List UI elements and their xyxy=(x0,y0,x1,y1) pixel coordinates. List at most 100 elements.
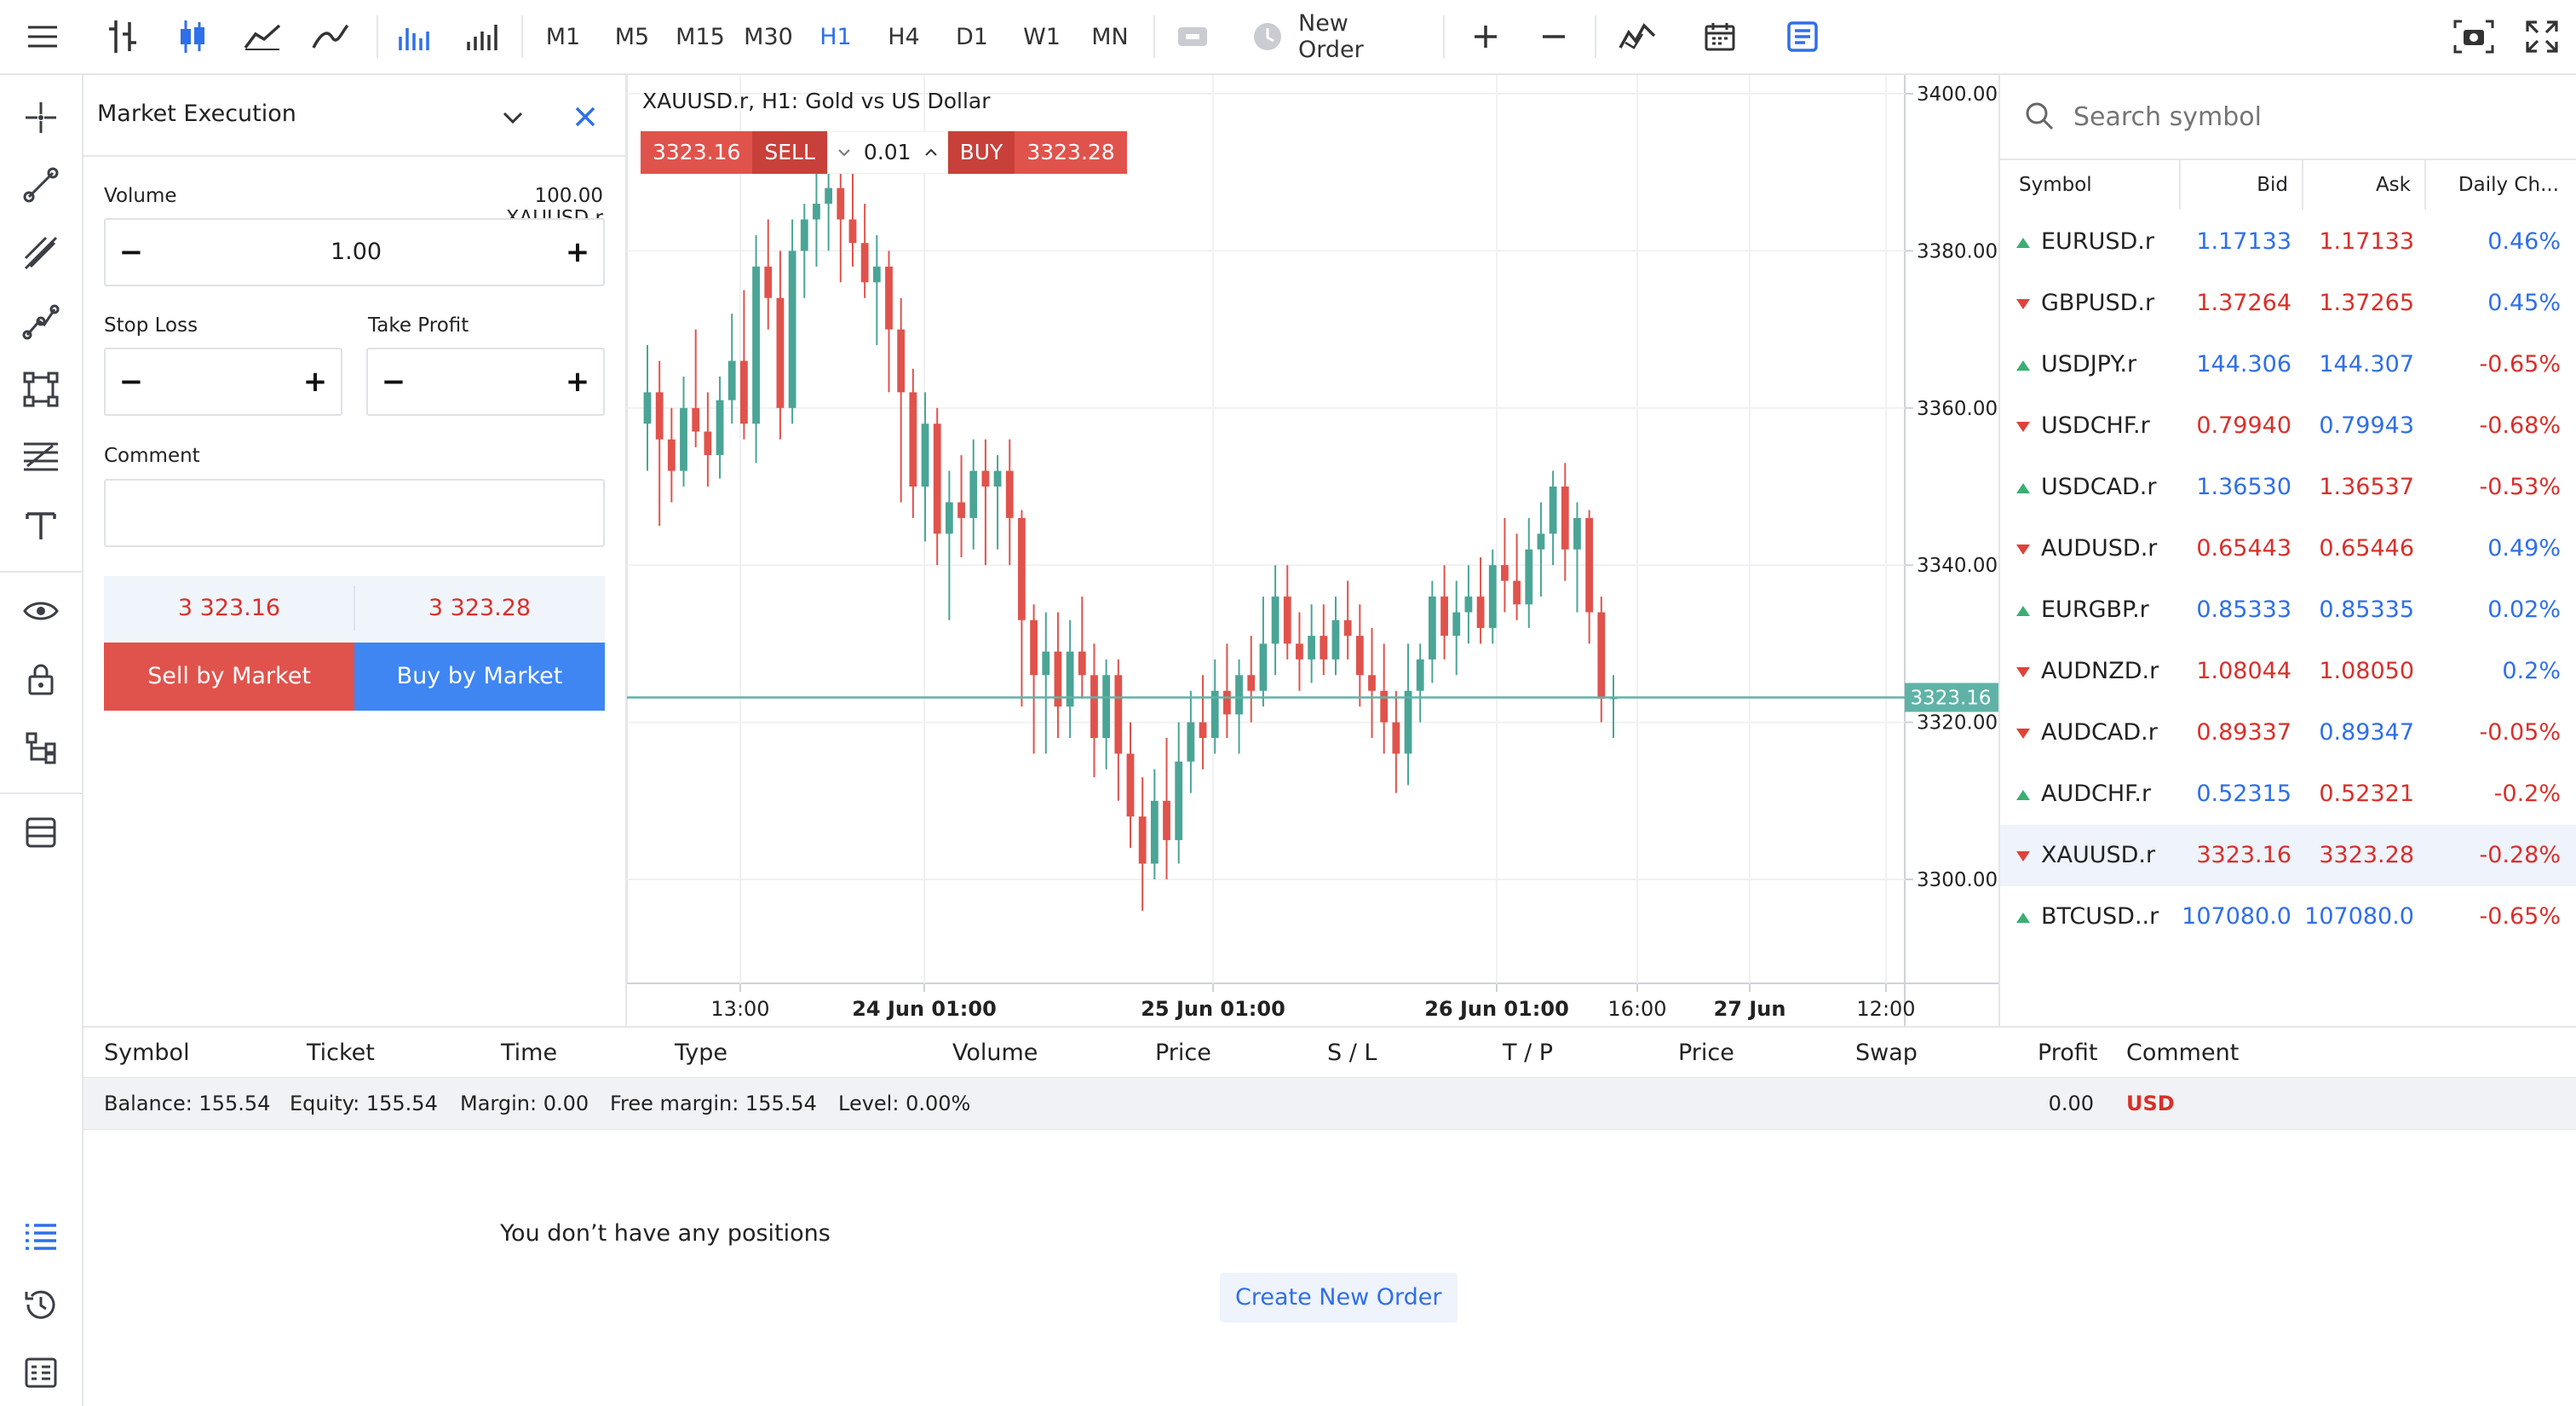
object-tree-icon[interactable] xyxy=(0,717,82,777)
indicators-icon[interactable] xyxy=(1615,0,1659,73)
stop-loss-stepper[interactable]: − + xyxy=(104,348,342,416)
calendar-icon[interactable] xyxy=(1699,0,1741,73)
col-time[interactable]: Time xyxy=(501,1040,557,1066)
volume-decrease-button[interactable]: − xyxy=(106,220,157,285)
sell-by-market-button[interactable]: Sell by Market xyxy=(104,642,354,711)
col-ticket[interactable]: Ticket xyxy=(307,1040,375,1066)
col-current-price[interactable]: Price xyxy=(1678,1040,1734,1066)
one-click-trading-icon[interactable] xyxy=(1172,0,1213,73)
symbol-row[interactable]: USDCAD.r 1.36530 1.36537 -0.53% xyxy=(2000,457,2576,518)
timeframe-m15[interactable]: M15 xyxy=(675,0,726,73)
symbol-row[interactable]: AUDUSD.r 0.65443 0.65446 0.49% xyxy=(2000,518,2576,579)
symbol-row[interactable]: XAUUSD.r 3323.16 3323.28 -0.28% xyxy=(2000,825,2576,886)
execution-type-select[interactable]: Market Execution xyxy=(97,101,296,127)
header-symbol[interactable]: Symbol xyxy=(2002,160,2181,210)
take-profit-stepper[interactable]: − + xyxy=(366,348,605,416)
buy-by-market-button[interactable]: Buy by Market xyxy=(354,642,605,711)
one-click-volume-value[interactable]: 0.01 xyxy=(857,131,918,174)
create-new-order-button[interactable]: Create New Order xyxy=(1220,1273,1458,1322)
one-click-sell-price[interactable]: 3323.16 xyxy=(641,131,753,174)
header-ask[interactable]: Ask xyxy=(2303,160,2426,210)
trade-list-icon[interactable] xyxy=(0,1207,82,1266)
close-icon[interactable] xyxy=(566,97,605,136)
shapes-icon[interactable] xyxy=(0,360,82,419)
line-chart-type-icon[interactable] xyxy=(235,0,290,73)
fibonacci-icon[interactable] xyxy=(0,428,82,487)
timeframe-m1[interactable]: M1 xyxy=(542,0,584,73)
timeframe-w1[interactable]: W1 xyxy=(1021,0,1063,73)
timeframe-mn[interactable]: MN xyxy=(1087,0,1133,73)
price-chart[interactable]: 3400.00 3380.00 3360.00 3340.00 3320.00 3300.… xyxy=(627,75,1998,1026)
timeframe-m30[interactable]: M30 xyxy=(741,0,796,73)
symbol-row[interactable]: GBPUSD.r 1.37264 1.37265 0.45% xyxy=(2000,273,2576,334)
comment-input[interactable] xyxy=(104,479,605,547)
symbol-row[interactable]: EURUSD.r 1.17133 1.17133 0.46% xyxy=(2000,211,2576,273)
symbol-row[interactable]: AUDCAD.r 0.89337 0.89347 -0.05% xyxy=(2000,702,2576,764)
header-daily-change[interactable]: Daily Ch... xyxy=(2426,160,2576,210)
trend-line-icon[interactable] xyxy=(0,155,82,215)
one-click-volume[interactable]: 0.01 xyxy=(826,131,948,174)
col-comment[interactable]: Comment xyxy=(2126,1040,2239,1066)
candlestick-chart-type-icon[interactable] xyxy=(165,0,220,73)
timeframe-m5[interactable]: M5 xyxy=(610,0,654,73)
take-profit-increase-button[interactable]: + xyxy=(552,349,603,414)
col-swap[interactable]: Swap xyxy=(1855,1040,1918,1066)
search-input[interactable] xyxy=(2073,95,2550,138)
one-click-buy-price[interactable]: 3323.28 xyxy=(1015,131,1127,174)
new-order-button[interactable]: New Order xyxy=(1298,0,1421,73)
col-symbol[interactable]: Symbol xyxy=(104,1040,190,1066)
symbol-row[interactable]: AUDCHF.r 0.52315 0.52321 -0.2% xyxy=(2000,764,2576,825)
journal-icon[interactable] xyxy=(0,1343,82,1403)
tick-volume-icon[interactable] xyxy=(392,0,433,73)
col-take-profit[interactable]: T / P xyxy=(1503,1040,1553,1066)
channel-icon[interactable] xyxy=(0,223,82,283)
col-volume[interactable]: Volume xyxy=(952,1040,1038,1066)
volume-input[interactable]: 1.00 xyxy=(157,220,555,285)
col-type[interactable]: Type xyxy=(675,1040,727,1066)
volume-increase-button[interactable]: + xyxy=(552,220,603,285)
col-price[interactable]: Price xyxy=(1155,1040,1211,1066)
text-tool-icon[interactable] xyxy=(0,496,82,556)
stop-loss-increase-button[interactable]: + xyxy=(290,349,341,414)
chevron-down-icon[interactable] xyxy=(496,101,530,135)
symbol-row[interactable]: USDJPY.r 144.306 144.307 -0.65% xyxy=(2000,334,2576,395)
screenshot-icon[interactable] xyxy=(2450,0,2498,73)
fullscreen-icon[interactable] xyxy=(2520,0,2564,73)
timeframe-d1[interactable]: D1 xyxy=(952,0,992,73)
col-stop-loss[interactable]: S / L xyxy=(1327,1040,1377,1066)
symbol-row[interactable]: AUDNZD.r 1.08044 1.08050 0.2% xyxy=(2000,641,2576,702)
one-click-buy-button[interactable]: BUY xyxy=(947,131,1015,174)
area-chart-type-icon[interactable] xyxy=(303,0,358,73)
zoom-out-icon[interactable] xyxy=(1533,0,1574,73)
timeframe-h4[interactable]: H4 xyxy=(884,0,923,73)
candle-body xyxy=(1440,596,1448,637)
volume-down-icon[interactable] xyxy=(831,147,857,158)
history-icon[interactable] xyxy=(0,1275,82,1334)
col-profit[interactable]: Profit xyxy=(2038,1040,2097,1066)
timeframe-h1[interactable]: H1 xyxy=(818,0,854,73)
polyline-icon[interactable] xyxy=(0,291,82,351)
header-bid[interactable]: Bid xyxy=(2181,160,2303,210)
symbol-row[interactable]: USDCHF.r 0.79940 0.79943 -0.68% xyxy=(2000,395,2576,457)
one-click-sell-button[interactable]: SELL xyxy=(752,131,827,174)
crosshair-icon[interactable] xyxy=(0,88,82,147)
symbol-search[interactable] xyxy=(2000,75,2576,158)
menu-icon[interactable] xyxy=(12,0,73,73)
lock-icon[interactable] xyxy=(0,649,82,709)
x-tick-label: 25 Jun 01:00 xyxy=(1141,997,1285,1021)
volume-up-icon[interactable] xyxy=(918,147,944,158)
zoom-in-icon[interactable] xyxy=(1465,0,1506,73)
eye-icon[interactable] xyxy=(0,581,82,641)
volume-stepper[interactable]: − 1.00 + xyxy=(104,218,605,286)
daily-change: -0.2% xyxy=(2493,781,2561,807)
stop-loss-decrease-button[interactable]: − xyxy=(106,349,157,414)
symbol-row[interactable]: EURGBP.r 0.85333 0.85335 0.02% xyxy=(2000,579,2576,641)
trade-panel-toggle-icon[interactable] xyxy=(1782,0,1823,73)
candle-body xyxy=(885,266,893,330)
bar-chart-type-icon[interactable] xyxy=(95,0,150,73)
layers-icon[interactable] xyxy=(0,803,82,862)
take-profit-decrease-button[interactable]: − xyxy=(368,349,419,414)
symbol-row[interactable]: BTCUSD..r 107080.0 107080.0 -0.65% xyxy=(2000,886,2576,948)
real-volume-icon[interactable] xyxy=(460,0,501,73)
bid-price: 0.85333 xyxy=(2196,596,2291,623)
